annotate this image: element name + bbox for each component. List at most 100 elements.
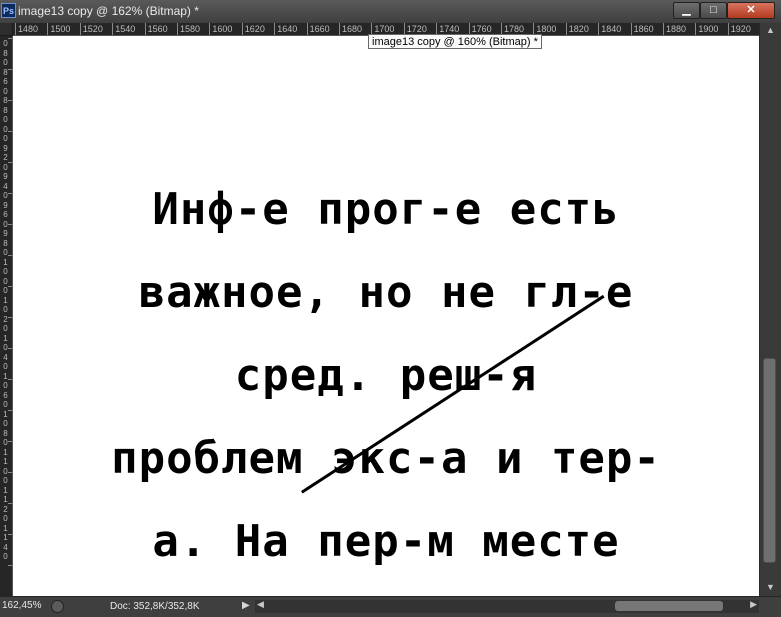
ruler-digit: 9 [3,143,8,153]
ruler-label: 1520 [82,24,103,34]
ruler-digit: 4 [3,352,8,362]
ruler-label: 1820 [568,24,589,34]
ruler-digit: 8 [3,105,8,115]
canvas-text-line: а. На пер-м месте [152,516,620,567]
vertical-scroll-thumb[interactable] [763,358,776,563]
ruler-label: 1780 [504,24,525,34]
ruler-label: 1740 [439,24,460,34]
ruler-digit: 1 [3,523,8,533]
ruler-digit: 1 [3,295,8,305]
ruler-digit: 9 [3,200,8,210]
ruler-digit: 0 [3,162,8,172]
ruler-label: 1500 [50,24,71,34]
ruler-digit: 0 [3,324,8,333]
ruler-digit: 6 [3,210,8,219]
vertical-scrollbar[interactable]: ▲ ▼ [759,23,781,596]
ruler-label: 1760 [471,24,492,34]
canvas-text-line: важное, но не гл-е [138,267,634,318]
zoom-level[interactable]: 162,45% [2,600,41,611]
ruler-digit: 4 [3,542,8,552]
ruler-digit: 0 [3,276,8,286]
ruler-tick [15,23,16,35]
ruler-label: 1620 [244,24,265,34]
ruler-digit: 1 [3,257,8,267]
ruler-label: 1860 [633,24,654,34]
ruler-label: 1600 [212,24,233,34]
ruler-digit: 1 [3,333,8,343]
ruler-digit: 0 [3,552,8,561]
status-menu-arrow-icon[interactable]: ▶ [242,600,250,611]
minimize-button[interactable]: ▁ [673,2,700,19]
ruler-digit: 1 [3,409,8,419]
ruler-tick [663,23,664,35]
ruler-label: 1480 [18,24,39,34]
maximize-button[interactable]: □ [700,2,727,19]
canvas-text-line: Инф-е прог-е есть [152,184,620,235]
ruler-digit: 8 [3,96,8,105]
ruler-label: 1540 [115,24,136,34]
ruler-digit: 0 [3,86,8,96]
ruler-tick [306,23,308,35]
ruler-label: 1640 [277,24,298,34]
ruler-tick [47,23,49,35]
ruler-digit: 2 [3,504,8,514]
scroll-right-icon[interactable]: ▶ [750,599,757,610]
ruler-digit: 4 [3,181,8,191]
ruler-tick [565,23,567,35]
ruler-digit: 8 [3,48,8,58]
scroll-up-icon[interactable]: ▲ [766,25,775,35]
document-size-info: Doc: 352,8K/352,8K [110,601,200,612]
scroll-left-icon[interactable]: ◀ [257,599,264,610]
ruler-tick [209,23,211,35]
ruler-digit: 0 [3,124,8,134]
canvas-text-line: проблем экс-а и тер- [111,433,661,484]
ruler-digit: 9 [3,229,8,238]
ruler-tick [630,23,632,35]
horizontal-scroll-thumb[interactable] [615,601,723,611]
ruler-digit: 0 [3,381,8,390]
ruler-tick [274,23,276,35]
ruler-digit: 8 [3,238,8,248]
ruler-digit: 6 [3,77,8,86]
window-title: image13 copy @ 162% (Bitmap) * [18,4,199,18]
canvas-text-line: сред. реш-я [234,350,538,401]
ruler-digit: 0 [3,58,8,67]
ruler-label: 1900 [698,24,719,34]
ruler-digit: 0 [3,286,8,295]
ruler-digit: 0 [3,476,8,485]
ruler-digit: 8 [3,428,8,438]
ruler-tick [241,23,243,35]
ruler-label: 1680 [342,24,363,34]
ruler-digit: 9 [3,172,8,181]
ruler-tick [598,23,600,35]
ruler-origin[interactable] [0,23,13,36]
ruler-label: 1560 [147,24,168,34]
title-bar[interactable]: Ps image13 copy @ 162% (Bitmap) * ▁ □ ✕ [0,0,781,24]
ruler-digit: 0 [3,39,8,48]
ruler-label: 1720 [406,24,427,34]
ruler-tick [695,23,697,35]
ruler-digit: 1 [3,485,8,495]
ruler-digit: 0 [3,514,8,523]
close-button[interactable]: ✕ [727,2,775,19]
ruler-tick [177,23,178,35]
ruler-digit: 0 [3,267,8,276]
ruler-digit: 1 [3,447,8,457]
vertical-ruler[interactable]: 0808608800092094096098010001020104010601… [0,36,13,596]
ruler-digit: 0 [3,419,8,428]
document-tooltip: image13 copy @ 160% (Bitmap) * [368,34,542,49]
ruler-tick [144,23,146,35]
scroll-down-icon[interactable]: ▼ [766,582,775,592]
ruler-tick [112,23,114,35]
document-canvas[interactable]: Инф-е прог-е есть важное, но не гл-е сре… [13,36,759,596]
ruler-label: 1660 [309,24,330,34]
status-options-icon[interactable] [51,600,64,613]
ruler-digit: 2 [3,153,8,162]
ruler-label: 1840 [601,24,622,34]
horizontal-scrollbar[interactable]: ◀ ▶ [255,599,759,613]
ruler-label: 1920 [730,24,751,34]
ruler-label: 1580 [180,24,201,34]
ruler-digit: 1 [3,457,8,466]
ruler-label: 1880 [666,24,687,34]
ruler-tick [339,23,340,35]
